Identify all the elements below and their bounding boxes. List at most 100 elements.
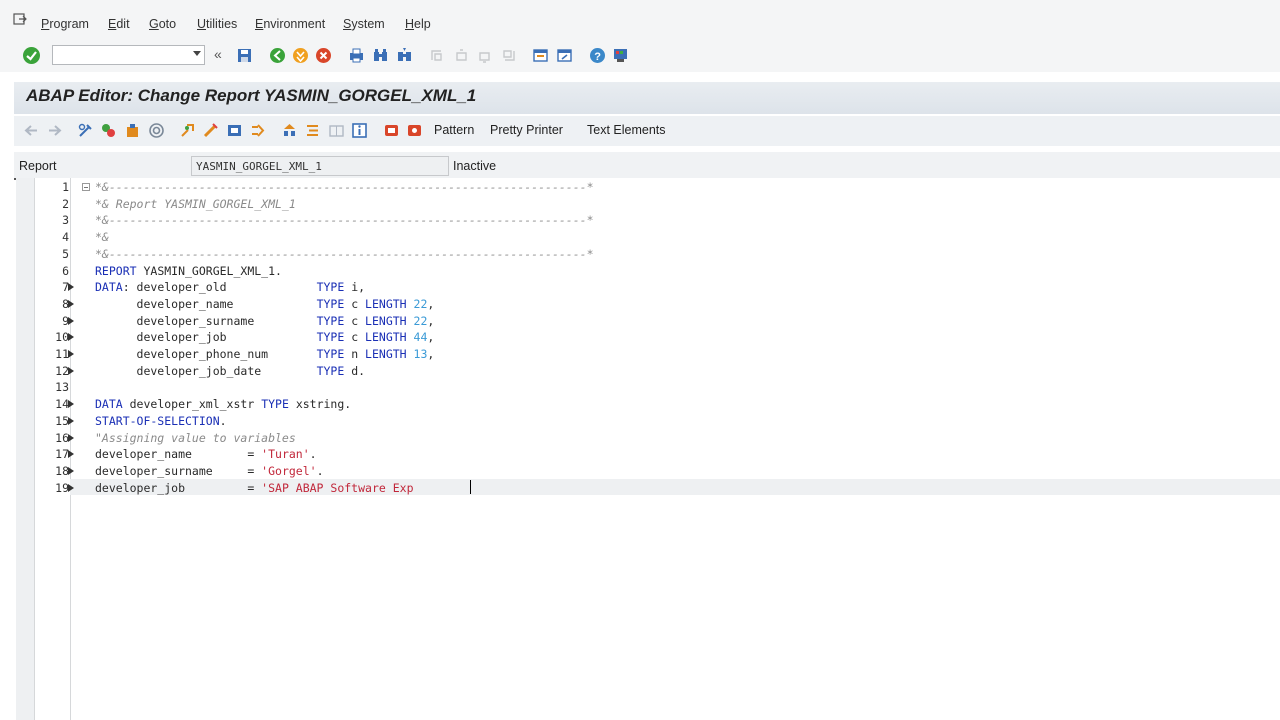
code-token: DATA bbox=[95, 397, 123, 412]
code-line[interactable]: developer_name = 'Turan'. bbox=[95, 447, 317, 461]
command-field[interactable] bbox=[52, 45, 205, 65]
find-next-icon[interactable] bbox=[396, 47, 413, 64]
next-page-icon[interactable] bbox=[476, 47, 493, 64]
help-icon[interactable]: ? bbox=[589, 47, 606, 64]
where-used-icon[interactable] bbox=[226, 122, 243, 139]
code-line[interactable]: *&--------------------------------------… bbox=[95, 213, 594, 227]
find-icon[interactable] bbox=[372, 47, 389, 64]
activate-icon[interactable] bbox=[179, 122, 196, 139]
breakpoint-icon[interactable] bbox=[383, 122, 400, 139]
exit-icon[interactable] bbox=[292, 47, 309, 64]
menu-mnemonic: G bbox=[149, 17, 159, 31]
check-icon[interactable] bbox=[148, 122, 165, 139]
code-line[interactable]: START-OF-SELECTION. bbox=[95, 414, 227, 428]
code-line[interactable]: developer_job TYPE c LENGTH 44, bbox=[95, 330, 435, 345]
code-token: . bbox=[309, 447, 317, 462]
code-line[interactable]: DATA: developer_old TYPE i, bbox=[95, 280, 365, 294]
menu-program[interactable]: Program bbox=[41, 17, 89, 31]
code-token: LENGTH bbox=[365, 347, 407, 361]
code-token: 13 bbox=[413, 347, 428, 361]
line-number: 15 bbox=[55, 413, 69, 428]
line-marker-icon bbox=[68, 316, 74, 325]
text-elements-button[interactable]: Text Elements bbox=[587, 123, 666, 137]
code-token: c bbox=[344, 313, 366, 328]
menu-label-rest: rogram bbox=[49, 17, 89, 31]
line-number: 19 bbox=[55, 480, 69, 495]
menu-label-rest: oto bbox=[158, 17, 177, 31]
info-icon[interactable] bbox=[351, 122, 368, 139]
menu-utilities[interactable]: Utilities bbox=[197, 17, 237, 31]
code-token: *& Report YASMIN_GORGEL_XML_1 bbox=[95, 196, 296, 211]
code-line[interactable]: developer_name TYPE c LENGTH 22, bbox=[95, 297, 435, 311]
menu-edit[interactable]: Edit bbox=[108, 17, 130, 31]
pattern-button[interactable]: Pattern bbox=[434, 123, 474, 137]
code-line[interactable]: "Assigning value to variables bbox=[95, 431, 296, 445]
new-session-icon[interactable] bbox=[532, 47, 549, 64]
print-icon[interactable] bbox=[348, 47, 365, 64]
previous-page-icon[interactable] bbox=[453, 47, 470, 64]
create-shortcut-icon[interactable] bbox=[556, 47, 573, 64]
code-line[interactable]: developer_surname = 'Gorgel'. bbox=[95, 464, 324, 478]
code-token: . bbox=[316, 463, 324, 478]
display-change-icon[interactable] bbox=[77, 122, 94, 139]
menu-environment[interactable]: Environment bbox=[255, 17, 325, 31]
menu-goto[interactable]: Goto bbox=[149, 17, 176, 31]
report-label: Report bbox=[19, 159, 57, 173]
line-marker-icon bbox=[68, 333, 74, 342]
code-line[interactable]: *&--------------------------------------… bbox=[95, 180, 594, 194]
active-inactive-icon[interactable] bbox=[100, 122, 117, 139]
code-line[interactable]: *& Report YASMIN_GORGEL_XML_1 bbox=[95, 197, 296, 211]
text-cursor bbox=[470, 480, 471, 494]
line-number: 11 bbox=[55, 347, 69, 361]
line-number: 13 bbox=[55, 380, 69, 395]
forward-arrow-icon[interactable] bbox=[46, 122, 63, 139]
code-line[interactable]: developer_job = 'SAP ABAP Software Exp bbox=[95, 481, 414, 495]
system-menu-icon[interactable] bbox=[13, 13, 27, 27]
collapse-block-icon[interactable] bbox=[82, 183, 90, 191]
last-page-icon[interactable] bbox=[500, 47, 517, 64]
code-line[interactable]: REPORT YASMIN_GORGEL_XML_1. bbox=[95, 264, 282, 278]
fullscreen-icon[interactable] bbox=[328, 122, 345, 139]
menu-label-rest: tilities bbox=[206, 17, 238, 31]
code-token: c bbox=[344, 330, 366, 345]
code-token: TYPE bbox=[316, 347, 345, 361]
line-number: 7 bbox=[62, 280, 69, 295]
save-icon[interactable] bbox=[236, 47, 253, 64]
other-object-icon[interactable] bbox=[124, 122, 141, 139]
test-icon[interactable] bbox=[202, 122, 219, 139]
hierarchy-icon[interactable] bbox=[304, 122, 321, 139]
enter-check-icon[interactable] bbox=[23, 47, 40, 64]
navigation-icon[interactable] bbox=[249, 122, 266, 139]
report-name-field: YASMIN_GORGEL_XML_1 bbox=[191, 156, 449, 176]
code-token: TYPE bbox=[316, 330, 345, 345]
code-token: REPORT bbox=[95, 263, 137, 278]
external-breakpoint-icon[interactable] bbox=[406, 122, 423, 139]
cancel-icon[interactable] bbox=[315, 47, 332, 64]
code-token: *&--------------------------------------… bbox=[95, 246, 594, 261]
code-token: , bbox=[427, 313, 435, 328]
menu-system[interactable]: System bbox=[343, 17, 385, 31]
code-line[interactable]: developer_surname TYPE c LENGTH 22, bbox=[95, 313, 435, 328]
code-line[interactable]: developer_phone_num TYPE n LENGTH 13, bbox=[95, 347, 435, 361]
code-token: i, bbox=[344, 280, 366, 295]
menu-help[interactable]: Help bbox=[405, 17, 431, 31]
code-token: . bbox=[219, 413, 227, 428]
menu-label-rest: elp bbox=[414, 17, 431, 31]
line-number: 3 bbox=[62, 213, 69, 228]
code-line[interactable]: DATA developer_xml_xstr TYPE xstring. bbox=[95, 397, 351, 411]
line-number: 14 bbox=[55, 397, 69, 412]
line-number-separator bbox=[70, 178, 71, 720]
customize-layout-icon[interactable] bbox=[612, 47, 629, 64]
code-token: developer_surname bbox=[95, 313, 317, 328]
code-line[interactable]: *&--------------------------------------… bbox=[95, 247, 594, 261]
pretty-printer-button[interactable]: Pretty Printer bbox=[490, 123, 563, 137]
code-line[interactable]: *& bbox=[95, 230, 109, 244]
first-page-icon[interactable] bbox=[429, 47, 446, 64]
back-arrow-icon[interactable] bbox=[23, 122, 40, 139]
line-marker-icon bbox=[68, 450, 74, 459]
code-line[interactable]: developer_job_date TYPE d. bbox=[95, 364, 366, 378]
collapse-icon[interactable]: « bbox=[214, 46, 222, 62]
object-list-icon[interactable] bbox=[281, 122, 298, 139]
back-icon[interactable] bbox=[269, 47, 286, 64]
chevron-down-icon[interactable] bbox=[193, 51, 201, 56]
